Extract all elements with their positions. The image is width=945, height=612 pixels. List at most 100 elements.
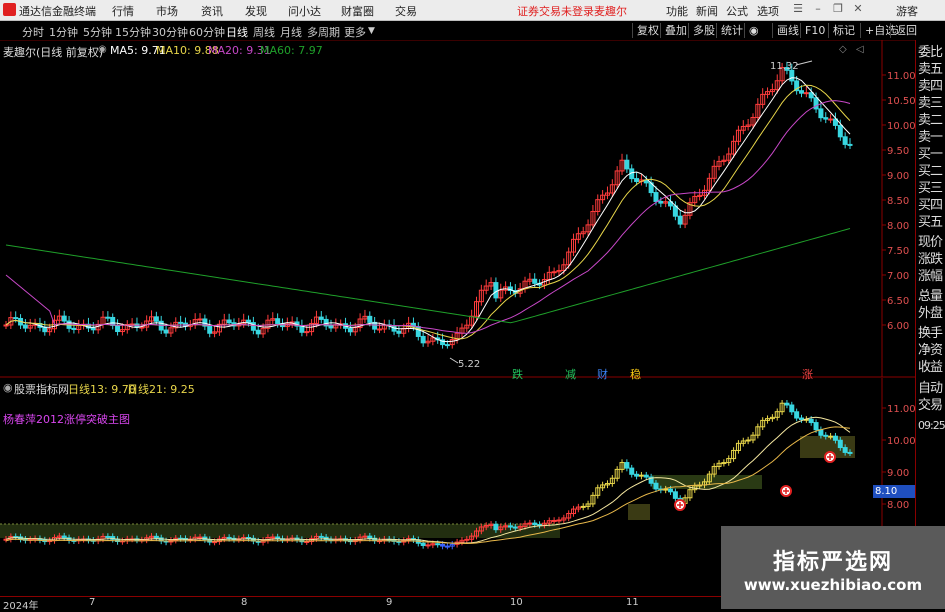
panel-item[interactable]: 外盘	[918, 306, 945, 321]
candle-body	[178, 321, 184, 324]
tab-30min[interactable]: 30分钟	[152, 24, 188, 40]
user-label[interactable]: 游客	[896, 3, 918, 19]
panel-item[interactable]: 买一	[918, 147, 945, 162]
panel-item[interactable]: 换手	[918, 326, 945, 341]
panel-item[interactable]: 交易	[918, 398, 945, 413]
btn-back[interactable]: 返回	[890, 23, 921, 38]
tab-weekly[interactable]: 周线	[253, 24, 275, 40]
tool-functions[interactable]: 功能	[666, 3, 688, 19]
btn-stats[interactable]: 统计	[716, 23, 747, 38]
btn-adjust[interactable]: 复权	[632, 23, 663, 38]
candle-body	[396, 330, 402, 334]
panel-item[interactable]: 涨跌	[918, 252, 945, 267]
indicator-candle-body	[672, 491, 678, 499]
indicator-candle-body	[653, 482, 659, 490]
panel-item[interactable]: 买二	[918, 164, 945, 179]
panel-item[interactable]: 收益	[918, 360, 945, 375]
tab-monthly[interactable]: 月线	[280, 24, 302, 40]
tab-5min[interactable]: 5分钟	[83, 24, 112, 40]
price-axis-label: 10.00	[887, 436, 915, 447]
period-toolbar: 分时 1分钟 5分钟 15分钟 30分钟 60分钟 日线 周线 月线 多周期 更…	[0, 21, 945, 41]
candle-body	[226, 319, 232, 324]
price-axis-label: 11.00	[887, 404, 915, 415]
tab-60min[interactable]: 60分钟	[189, 24, 225, 40]
price-axis-label: 9.50	[887, 146, 909, 157]
indicator-candle-body	[507, 525, 513, 528]
candle-body	[110, 316, 116, 326]
stock-name: 麦趣尔	[594, 5, 627, 18]
tab-1min[interactable]: 1分钟	[49, 24, 78, 40]
indicator-candle-body	[847, 451, 853, 454]
candle-body	[328, 325, 334, 329]
indicator-candle-body	[212, 541, 218, 544]
eye-icon[interactable]: ◉	[744, 23, 763, 38]
indicator-candle-body	[634, 473, 640, 477]
indicator-candle-body	[629, 467, 635, 475]
indicator-candle-body	[153, 535, 159, 539]
tab-multi-period[interactable]: 多周期	[307, 24, 340, 40]
settings-icon[interactable]: ☰	[791, 2, 805, 16]
panel-item[interactable]: 买四	[918, 198, 945, 213]
candlestick-chart[interactable]: 11.00 10.50 10.00 9.50 9.00 8.50 8.00 7.50 7.00 6…	[0, 40, 915, 378]
menu-ask-xiaoda[interactable]: 问小达	[288, 3, 321, 19]
btn-f10[interactable]: F10	[800, 23, 829, 38]
menu-wealth-circle[interactable]: 财富圈	[341, 3, 374, 19]
tool-news[interactable]: 新闻	[696, 3, 718, 19]
candle-body	[197, 318, 203, 321]
minimize-icon[interactable]: –	[811, 2, 825, 16]
candle-body	[823, 117, 829, 120]
trade-login-notice[interactable]: 证券交易未登录	[517, 3, 594, 19]
indicator-candle-body	[425, 544, 431, 547]
candle-body	[207, 325, 213, 334]
tab-daily[interactable]: 日线	[226, 24, 248, 40]
candle-body	[808, 92, 814, 99]
panel-item[interactable]: 卖四	[918, 79, 945, 94]
candle-body	[653, 192, 659, 202]
panel-item[interactable]: 卖二	[918, 113, 945, 128]
title-bar: 通达信金融终端 行情 市场 资讯 发现 问小达 财富圈 交易 证券交易未登录 麦…	[0, 0, 945, 21]
btn-mark[interactable]: 标记	[828, 23, 859, 38]
menu-news[interactable]: 资讯	[201, 3, 223, 19]
date-label: 10	[510, 597, 523, 608]
tool-options[interactable]: 选项	[757, 3, 779, 19]
restore-icon[interactable]: ❐	[831, 2, 845, 16]
panel-item[interactable]: 现价	[918, 235, 945, 250]
tool-formula[interactable]: 公式	[726, 3, 748, 19]
btn-draw-line[interactable]: 画线	[772, 23, 803, 38]
more-chevron-icon[interactable]: ▼	[368, 26, 375, 36]
panel-item[interactable]: 卖三	[918, 96, 945, 111]
candle-body	[367, 315, 373, 323]
indicator-candle-body	[837, 439, 843, 449]
price-axis-label: 8.00	[887, 221, 909, 232]
tab-15min[interactable]: 15分钟	[115, 24, 151, 40]
panel-item[interactable]: 卖一	[918, 130, 945, 145]
indicator-candle-body	[789, 404, 795, 413]
indicator-candle-body	[532, 522, 538, 526]
menu-discover[interactable]: 发现	[245, 3, 267, 19]
date-label: 7	[89, 597, 96, 608]
panel-item[interactable]: 净资	[918, 343, 945, 358]
tab-more[interactable]: 更多	[344, 24, 366, 40]
price-axis-label: 8.00	[887, 500, 909, 511]
panel-item[interactable]: 总量	[918, 289, 945, 304]
watermark-title: 指标严选网	[772, 550, 893, 575]
panel-item[interactable]: 自动	[918, 381, 945, 396]
panel-item[interactable]: 委比	[918, 45, 945, 60]
panel-item[interactable]: 买三	[918, 181, 945, 196]
tab-intraday[interactable]: 分时	[22, 24, 44, 40]
candle-body	[61, 315, 67, 322]
candle-body	[842, 136, 848, 145]
indicator-candle-body	[226, 536, 232, 539]
btn-multi-stock[interactable]: 多股	[688, 23, 719, 38]
menu-market-quotes[interactable]: 行情	[112, 3, 134, 19]
candle-body	[13, 317, 19, 320]
menu-market[interactable]: 市场	[156, 3, 178, 19]
close-icon[interactable]: ✕	[851, 2, 865, 16]
menu-trade[interactable]: 交易	[395, 3, 417, 19]
panel-item[interactable]: 买五	[918, 215, 945, 230]
btn-overlay[interactable]: 叠加	[660, 23, 691, 38]
candle-body	[551, 271, 557, 274]
panel-item[interactable]: 涨幅	[918, 269, 945, 284]
panel-item[interactable]: 卖五	[918, 62, 945, 77]
indicator-candle-body	[527, 522, 533, 525]
